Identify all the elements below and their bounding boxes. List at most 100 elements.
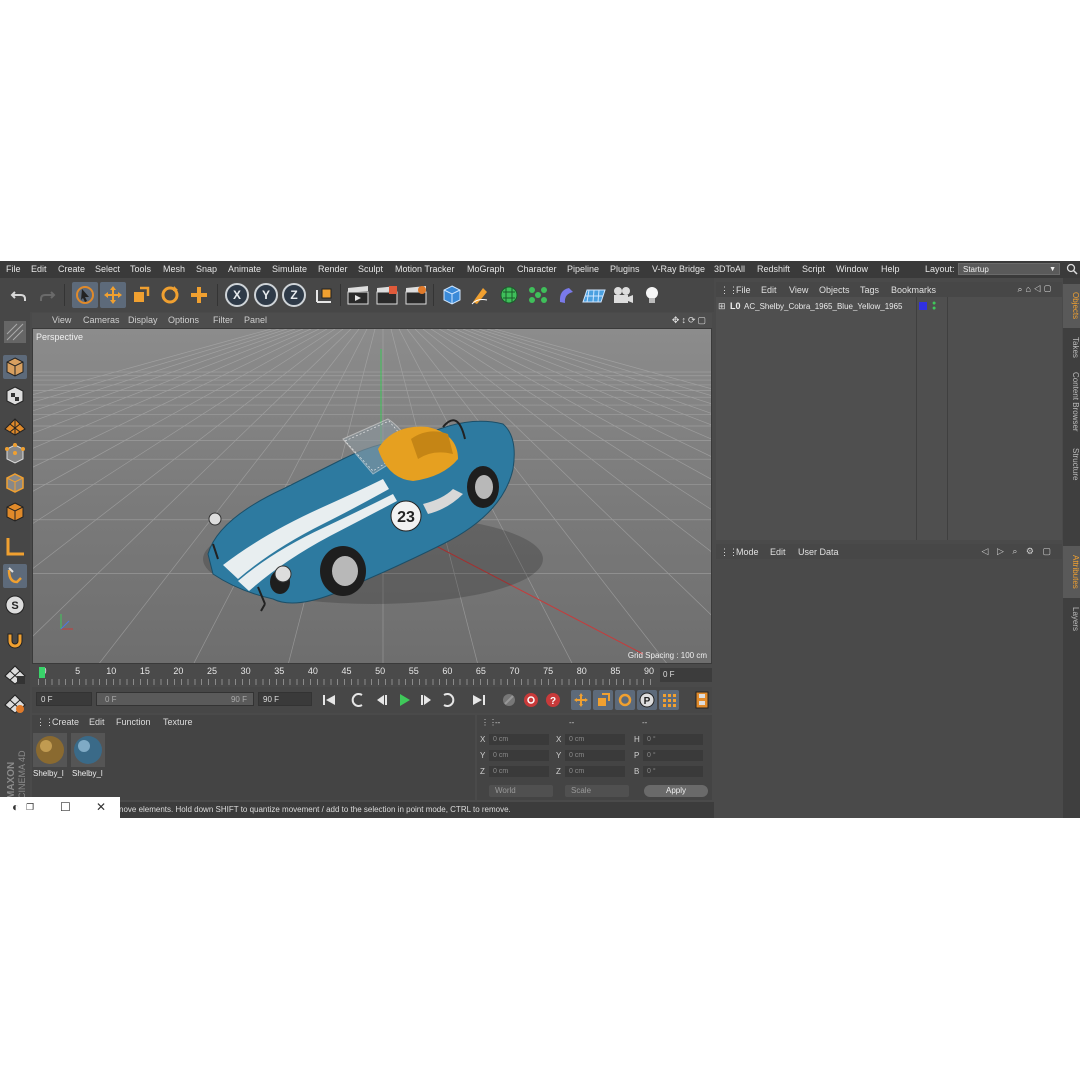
apply-button[interactable]: Apply — [644, 785, 708, 797]
pitch-field[interactable]: 0 ° — [643, 750, 703, 761]
menu-create[interactable]: Create — [58, 264, 85, 274]
add-tool-button[interactable] — [186, 282, 212, 308]
menu-motion-tracker[interactable]: Motion Tracker — [395, 264, 455, 274]
viewport-menu-cameras[interactable]: Cameras — [83, 315, 120, 325]
rotate-tool-button[interactable] — [157, 282, 183, 308]
frame-range-slider[interactable]: 0 F 90 F — [96, 692, 254, 706]
menu-snap[interactable]: Snap — [196, 264, 217, 274]
add-cube-button[interactable] — [439, 282, 465, 308]
object-menu-view[interactable]: View — [789, 285, 808, 295]
menu-window[interactable]: Window — [836, 264, 868, 274]
menu-select[interactable]: Select — [95, 264, 120, 274]
tab-takes[interactable]: Takes — [1063, 333, 1080, 361]
material-menu-function[interactable]: Function — [116, 717, 151, 727]
attributes-menu-edit[interactable]: Edit — [770, 547, 786, 557]
tab-content-browser[interactable]: Content Browser — [1063, 366, 1080, 438]
tab-objects[interactable]: Objects — [1063, 284, 1080, 328]
camera-button[interactable] — [610, 282, 636, 308]
render-picture-viewer-button[interactable] — [374, 282, 400, 308]
viewport-menu-options[interactable]: Options — [168, 315, 199, 325]
current-frame-marker[interactable] — [39, 667, 45, 678]
perspective-viewport[interactable]: 23 Perspective Grid Spacing : 100 cm — [32, 328, 712, 664]
timeline-layout-button[interactable] — [692, 690, 712, 710]
coordinate-system-button[interactable] — [311, 282, 337, 308]
next-frame-button[interactable] — [416, 690, 436, 710]
spline-pen-button[interactable] — [467, 282, 493, 308]
edges-mode-icon[interactable] — [3, 471, 27, 495]
menu-file[interactable]: File — [6, 264, 21, 274]
heading-field[interactable]: 0 ° — [643, 734, 703, 745]
layout-select[interactable]: Startup ▼ — [958, 263, 1060, 275]
material-menu-texture[interactable]: Texture — [163, 717, 193, 727]
subdivision-surface-button[interactable] — [496, 282, 522, 308]
menu-3dtoall[interactable]: 3DToAll — [714, 264, 745, 274]
x-axis-lock-button[interactable]: X — [225, 283, 249, 307]
redo-button[interactable] — [34, 282, 60, 308]
key-parameter-button[interactable]: P — [637, 690, 657, 710]
floor-button[interactable] — [581, 282, 607, 308]
light-button[interactable] — [639, 282, 665, 308]
previous-keyframe-button[interactable] — [348, 690, 368, 710]
cloner-button[interactable] — [525, 282, 551, 308]
expand-icon[interactable]: ⊞ — [718, 301, 726, 312]
workplane-mode-icon[interactable] — [3, 413, 27, 437]
object-row[interactable]: ⊞ L0 AC_Shelby_Cobra_1965_Blue_Yellow_19… — [716, 300, 936, 313]
key-position-button[interactable] — [571, 690, 591, 710]
position-x-field[interactable]: 0 cm — [489, 734, 549, 745]
play-button[interactable] — [394, 690, 414, 710]
menu-render[interactable]: Render — [318, 264, 348, 274]
attributes-menu-user-data[interactable]: User Data — [798, 547, 839, 557]
key-rotation-button[interactable] — [615, 690, 635, 710]
tweak-mode-icon[interactable] — [3, 564, 27, 588]
menu-help[interactable]: Help — [881, 264, 900, 274]
viewport-menu-filter[interactable]: Filter — [213, 315, 233, 325]
size-y-field[interactable]: 0 cm — [565, 750, 625, 761]
make-editable-icon[interactable] — [3, 320, 27, 344]
previous-frame-button[interactable] — [372, 690, 392, 710]
material-menu-create[interactable]: Create — [52, 717, 79, 727]
timeline-ruler[interactable] — [38, 679, 655, 685]
viewport-navigation-icons[interactable]: ✥↕⟳▢ — [672, 315, 708, 326]
size-mode-dropdown[interactable]: Scale — [565, 785, 629, 797]
record-active-objects-button[interactable] — [521, 690, 541, 710]
model-mode-icon[interactable] — [3, 355, 27, 379]
next-keyframe-button[interactable] — [438, 690, 458, 710]
key-point-level-button[interactable] — [659, 690, 679, 710]
object-menu-tags[interactable]: Tags — [860, 285, 879, 295]
menu-simulate[interactable]: Simulate — [272, 264, 307, 274]
menu-pipeline[interactable]: Pipeline — [567, 264, 599, 274]
deformer-button[interactable] — [553, 282, 579, 308]
viewport-menu-view[interactable]: View — [52, 315, 71, 325]
material-menu-edit[interactable]: Edit — [89, 717, 105, 727]
object-menu-file[interactable]: File — [736, 285, 751, 295]
position-y-field[interactable]: 0 cm — [489, 750, 549, 761]
key-scale-button[interactable] — [593, 690, 613, 710]
position-z-field[interactable]: 0 cm — [489, 766, 549, 777]
viewport-menu-display[interactable]: Display — [128, 315, 158, 325]
snapping-icon[interactable]: S — [3, 593, 27, 617]
object-menu-objects[interactable]: Objects — [819, 285, 850, 295]
maximize-icon[interactable]: ☐ — [60, 800, 71, 814]
object-menu-bookmarks[interactable]: Bookmarks — [891, 285, 936, 295]
menu-tools[interactable]: Tools — [130, 264, 151, 274]
menu-sculpt[interactable]: Sculpt — [358, 264, 383, 274]
object-menu-edit[interactable]: Edit — [761, 285, 777, 295]
menu-edit[interactable]: Edit — [31, 264, 47, 274]
attributes-nav-icons[interactable]: ◁ ▷ ⌕ ⚙ ▢ — [982, 546, 1054, 557]
locked-workplane-icon[interactable] — [3, 662, 27, 686]
search-icon[interactable] — [1066, 263, 1078, 275]
live-selection-button[interactable] — [72, 282, 98, 308]
move-tool-button[interactable] — [100, 282, 126, 308]
axis-mode-icon[interactable] — [3, 535, 27, 559]
undo-button[interactable] — [6, 282, 32, 308]
attributes-menu-mode[interactable]: Mode — [736, 547, 759, 557]
object-name[interactable]: AC_Shelby_Cobra_1965_Blue_Yellow_1965 — [744, 302, 903, 311]
end-frame-field[interactable]: 90 F — [258, 692, 312, 706]
tab-attributes[interactable]: Attributes — [1063, 546, 1080, 598]
coordinate-mode-dropdown[interactable]: World — [489, 785, 553, 797]
planar-workplane-icon[interactable] — [3, 691, 27, 715]
z-axis-lock-button[interactable]: Z — [282, 283, 306, 307]
viewport-menu-panel[interactable]: Panel — [244, 315, 267, 325]
go-to-start-button[interactable] — [319, 690, 339, 710]
edit-render-settings-button[interactable] — [403, 282, 429, 308]
